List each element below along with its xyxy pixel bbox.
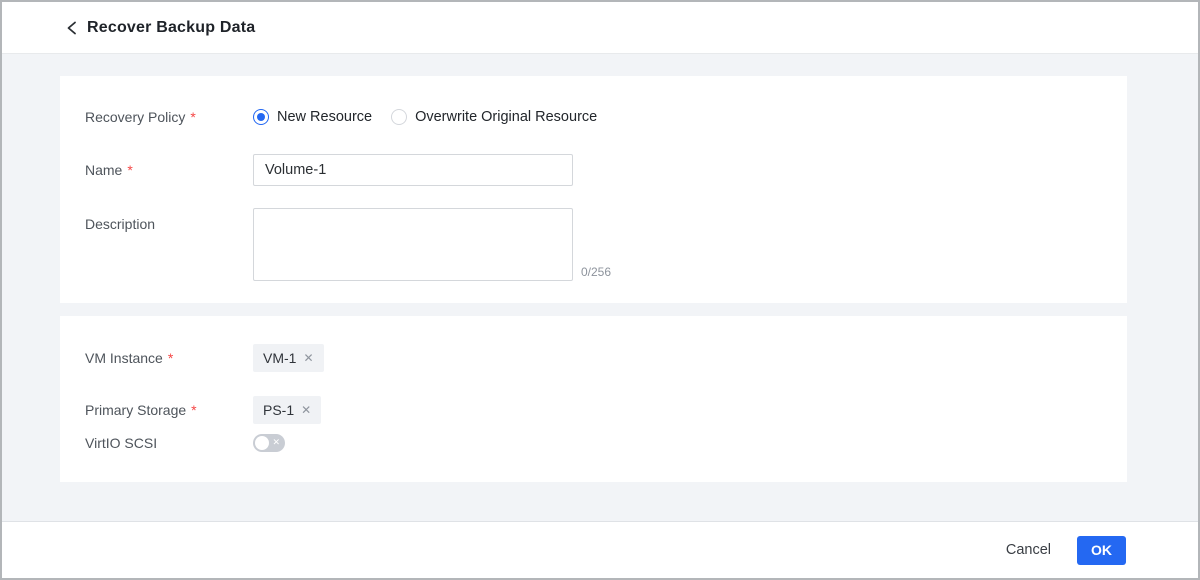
label-text: Recovery Policy	[85, 109, 185, 125]
remove-tag-icon[interactable]: ✕	[301, 404, 311, 416]
remove-tag-icon[interactable]: ✕	[303, 352, 313, 364]
description-label: Description	[85, 208, 253, 232]
radio-new-resource-label: New Resource	[277, 109, 372, 125]
ok-button[interactable]: OK	[1077, 536, 1126, 565]
description-textarea[interactable]	[253, 208, 573, 281]
char-counter: 0/256	[581, 266, 611, 281]
primary-storage-label: Primary Storage *	[85, 402, 253, 418]
label-text: VirtIO SCSI	[85, 435, 157, 451]
recovery-policy-row: Recovery Policy * New Resource Overwrite…	[85, 106, 1127, 128]
description-row: Description 0/256	[85, 208, 1127, 281]
description-control: 0/256	[253, 208, 611, 281]
vm-instance-label: VM Instance *	[85, 350, 253, 366]
dialog-body: Recovery Policy * New Resource Overwrite…	[2, 54, 1198, 521]
radio-selected-icon[interactable]	[253, 109, 269, 125]
tag-text: PS-1	[263, 402, 294, 418]
radio-overwrite-original-resource[interactable]: Overwrite Original Resource	[391, 109, 597, 125]
general-settings-card: Recovery Policy * New Resource Overwrite…	[60, 76, 1127, 303]
chevron-left-icon	[65, 21, 78, 35]
label-text: VM Instance	[85, 350, 163, 366]
primary-storage-tag[interactable]: PS-1 ✕	[253, 396, 321, 424]
required-asterisk: *	[168, 350, 173, 366]
virtio-scsi-row: VirtIO SCSI ✕	[85, 434, 1127, 452]
toggle-knob	[255, 436, 269, 450]
vm-instance-tag[interactable]: VM-1 ✕	[253, 344, 324, 372]
recover-backup-data-dialog: Recover Backup Data Recovery Policy * Ne…	[0, 0, 1200, 580]
label-text: Primary Storage	[85, 402, 186, 418]
vm-instance-row: VM Instance * VM-1 ✕	[85, 344, 1127, 372]
radio-new-resource[interactable]: New Resource	[253, 109, 372, 125]
name-row: Name *	[85, 154, 1127, 186]
radio-unselected-icon[interactable]	[391, 109, 407, 125]
virtio-scsi-toggle[interactable]: ✕	[253, 434, 285, 452]
toggle-off-icon: ✕	[272, 438, 280, 447]
recovery-policy-label: Recovery Policy *	[85, 109, 253, 125]
dialog-header: Recover Backup Data	[2, 2, 1198, 54]
recovery-policy-radio-group: New Resource Overwrite Original Resource	[253, 109, 597, 125]
back-button[interactable]	[63, 20, 79, 36]
radio-overwrite-original-label: Overwrite Original Resource	[415, 109, 597, 125]
required-asterisk: *	[191, 402, 196, 418]
required-asterisk: *	[190, 109, 195, 125]
virtio-scsi-label: VirtIO SCSI	[85, 435, 253, 451]
primary-storage-row: Primary Storage * PS-1 ✕	[85, 396, 1127, 424]
dialog-footer: Cancel OK	[2, 521, 1198, 578]
resource-settings-card: VM Instance * VM-1 ✕ Primary Storage * P…	[60, 316, 1127, 482]
tag-text: VM-1	[263, 350, 296, 366]
cancel-button[interactable]: Cancel	[1006, 542, 1051, 558]
label-text: Description	[85, 216, 155, 232]
label-text: Name	[85, 162, 122, 178]
name-label: Name *	[85, 162, 253, 178]
name-input[interactable]	[253, 154, 573, 186]
page-title: Recover Backup Data	[87, 19, 255, 37]
required-asterisk: *	[127, 162, 132, 178]
